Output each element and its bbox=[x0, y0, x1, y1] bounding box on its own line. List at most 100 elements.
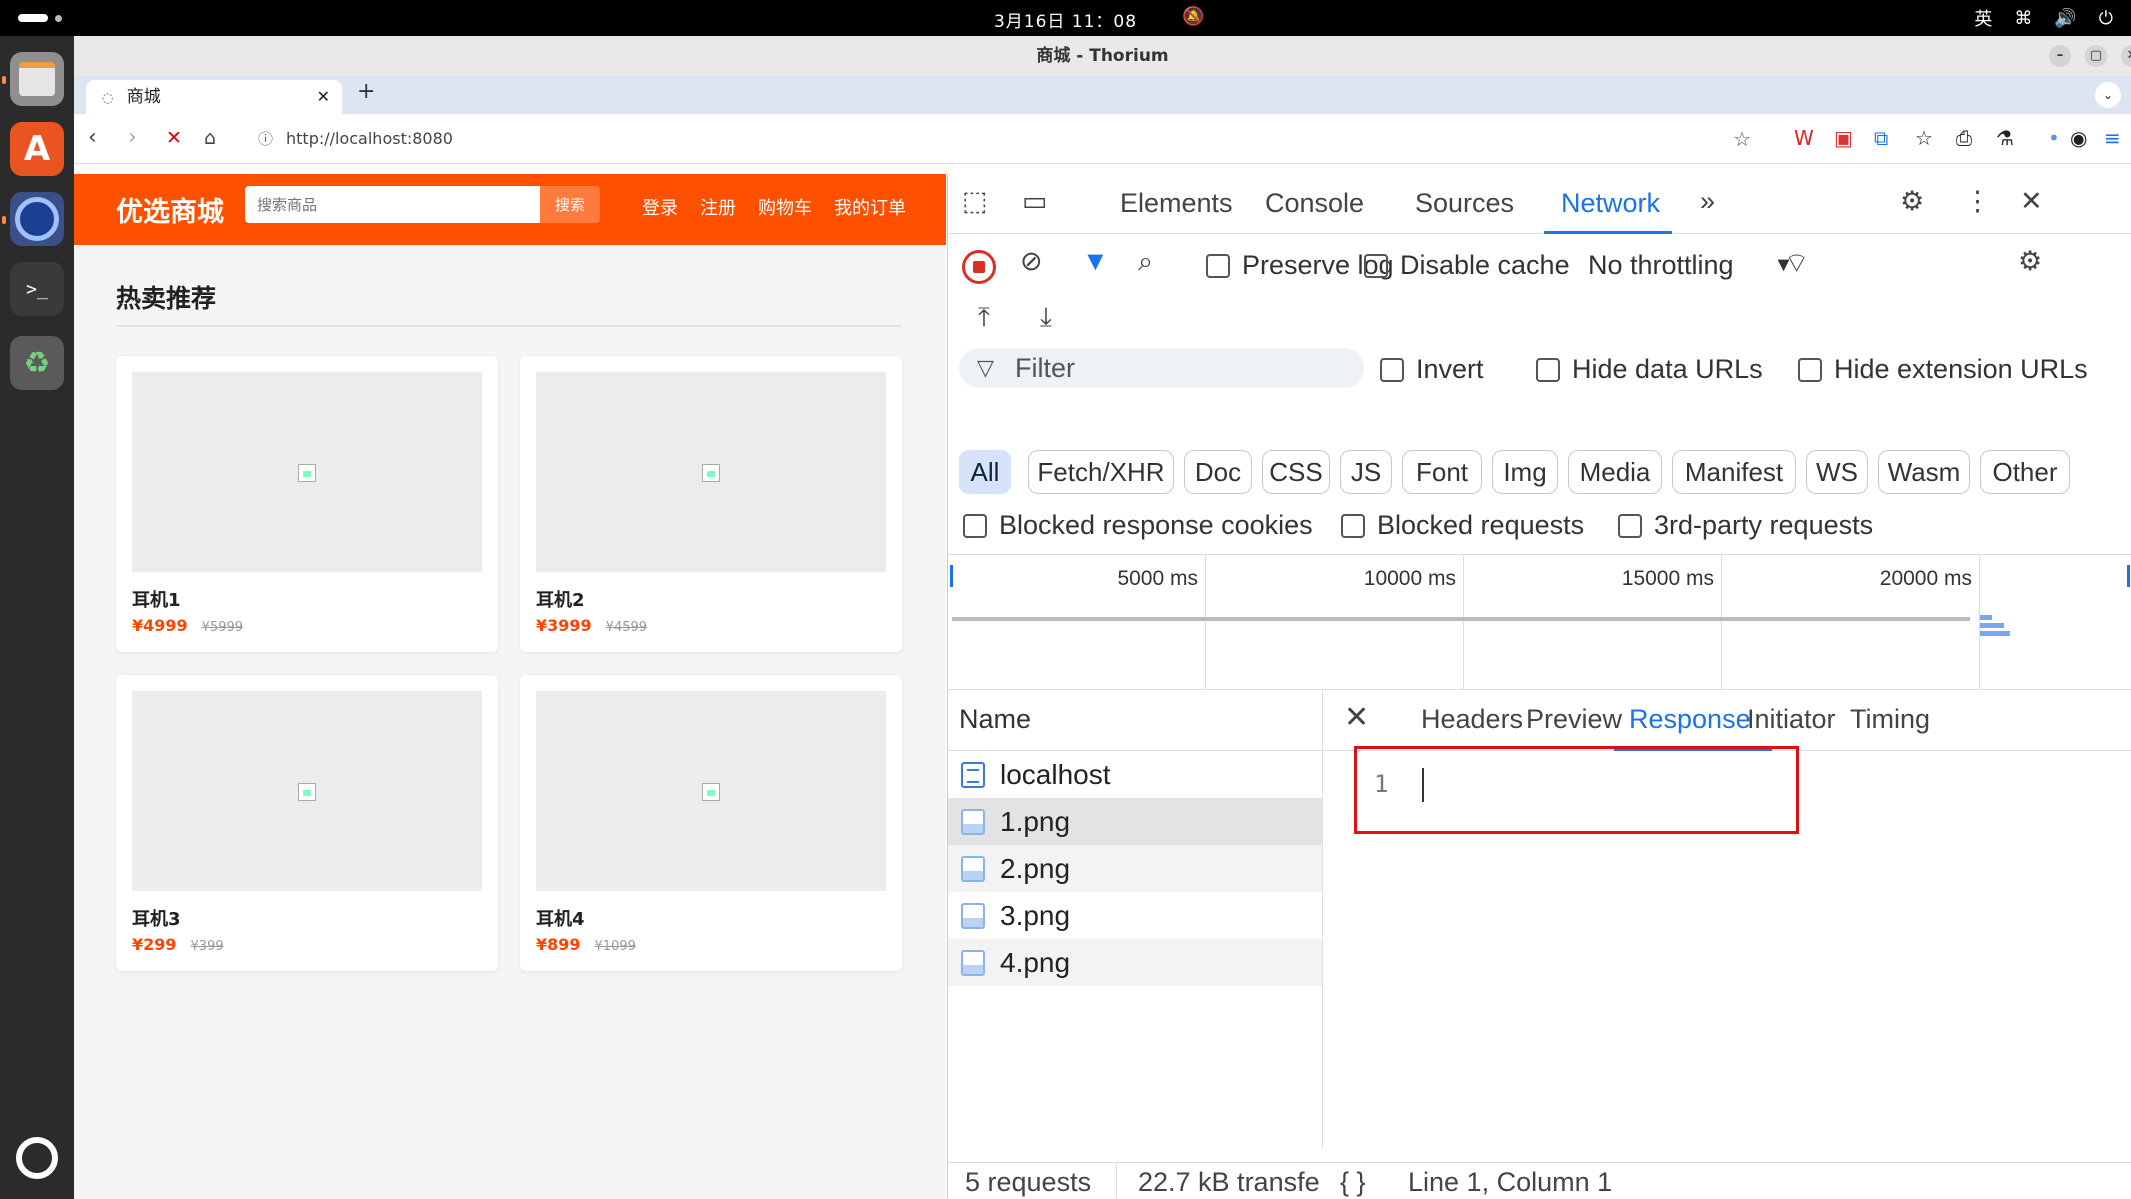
filter-chip-css[interactable]: CSS bbox=[1262, 450, 1330, 494]
profile-avatar[interactable]: ◉ bbox=[2070, 126, 2087, 150]
close-devtools-icon[interactable]: ✕ bbox=[2020, 186, 2043, 217]
product-name[interactable]: 耳机1 bbox=[132, 586, 181, 612]
detail-tab-initiator[interactable]: Initiator bbox=[1747, 704, 1836, 735]
timeline-right-handle[interactable] bbox=[2127, 565, 2130, 587]
product-image[interactable] bbox=[536, 372, 886, 572]
tab-search-button[interactable]: ⌄ bbox=[2095, 82, 2121, 108]
throttling-select[interactable]: No throttling ▼ bbox=[1588, 250, 1793, 281]
new-tab-button[interactable]: + bbox=[357, 79, 375, 104]
name-column-header[interactable]: Name bbox=[948, 690, 1322, 751]
minimize-button[interactable]: – bbox=[2049, 45, 2071, 67]
product-card[interactable]: 耳机2 ¥3999 ¥4599 bbox=[520, 356, 902, 652]
device-toolbar-icon[interactable]: ▭ bbox=[1022, 186, 1048, 217]
request-row[interactable]: 2.png bbox=[948, 845, 1322, 892]
extensions-icon[interactable]: ⧉ bbox=[1874, 126, 1888, 150]
pdf-extension-icon[interactable]: ▣ bbox=[1834, 126, 1853, 150]
network-overview-timeline[interactable]: 5000 ms 10000 ms 15000 ms 20000 ms bbox=[948, 554, 2131, 690]
filter-chip-all[interactable]: All bbox=[959, 450, 1011, 494]
request-row[interactable]: 3.png bbox=[948, 892, 1322, 939]
labs-icon[interactable]: ⚗ bbox=[1996, 126, 2014, 150]
settings-gear-icon[interactable]: ⚙ bbox=[1900, 186, 1924, 217]
maximize-button[interactable]: ▢ bbox=[2085, 45, 2107, 67]
close-detail-icon[interactable]: ✕ bbox=[1344, 700, 1369, 735]
detail-tab-headers[interactable]: Headers bbox=[1421, 704, 1523, 735]
search-icon[interactable]: ⌕ bbox=[1138, 246, 1153, 278]
filter-chip-media[interactable]: Media bbox=[1568, 450, 1662, 494]
show-apps-icon[interactable] bbox=[16, 1137, 58, 1179]
close-window-button[interactable]: ✕ bbox=[2121, 45, 2131, 67]
terminal-icon[interactable]: >_ bbox=[10, 262, 64, 316]
nav-register[interactable]: 注册 bbox=[700, 194, 736, 220]
stop-loading-icon[interactable]: ✕ bbox=[166, 127, 182, 149]
close-tab-icon[interactable]: ✕ bbox=[317, 80, 330, 114]
network-conditions-icon[interactable]: ⌔ bbox=[1784, 246, 1809, 280]
detail-tab-response[interactable]: Response bbox=[1629, 704, 1751, 735]
inspect-element-icon[interactable]: ⬚ bbox=[962, 186, 988, 217]
filter-chip-doc[interactable]: Doc bbox=[1184, 450, 1252, 494]
blocked-response-cookies-checkbox[interactable]: Blocked response cookies bbox=[963, 510, 1313, 541]
bookmarks-icon[interactable]: ☆ bbox=[1915, 126, 1933, 150]
tab-network[interactable]: Network bbox=[1561, 188, 1660, 219]
files-app-icon[interactable] bbox=[10, 52, 64, 106]
pretty-print-icon[interactable]: { } bbox=[1340, 1167, 1366, 1198]
import-har-icon[interactable]: ⤒ bbox=[978, 302, 990, 334]
thorium-browser-icon[interactable] bbox=[10, 192, 64, 246]
tab-sources[interactable]: Sources bbox=[1415, 188, 1514, 219]
product-image[interactable] bbox=[536, 691, 886, 891]
request-row[interactable]: localhost bbox=[948, 751, 1322, 798]
product-image[interactable] bbox=[132, 372, 482, 572]
nav-orders[interactable]: 我的订单 bbox=[834, 194, 906, 220]
invert-checkbox[interactable]: Invert bbox=[1380, 354, 1484, 385]
system-tray[interactable]: 英 ⌘ 🔊 ⏻ bbox=[1974, 5, 2113, 31]
filter-chip-manifest[interactable]: Manifest bbox=[1672, 450, 1796, 494]
product-card[interactable]: 耳机1 ¥4999 ¥5999 bbox=[116, 356, 498, 652]
disable-cache-checkbox[interactable]: Disable cache bbox=[1364, 250, 1570, 281]
search-input[interactable] bbox=[245, 186, 540, 223]
network-settings-icon[interactable]: ⚙ bbox=[2018, 246, 2042, 277]
filter-chip-other[interactable]: Other bbox=[1980, 450, 2070, 494]
site-info-icon[interactable]: ⓘ bbox=[258, 121, 273, 157]
filter-input[interactable]: ▽ Filter bbox=[959, 348, 1364, 388]
tab-console[interactable]: Console bbox=[1265, 188, 1364, 219]
hide-data-urls-checkbox[interactable]: Hide data URLs bbox=[1536, 354, 1763, 385]
address-bar[interactable]: ⓘ http://localhost:8080 ☆ bbox=[246, 121, 1761, 157]
volume-icon[interactable]: 🔊 bbox=[2054, 8, 2076, 29]
product-card[interactable]: 耳机3 ¥299 ¥399 bbox=[116, 675, 498, 971]
browser-tab[interactable]: ◌ 商城 ✕ bbox=[86, 80, 342, 114]
home-icon[interactable]: ⌂ bbox=[204, 127, 216, 149]
product-name[interactable]: 耳机2 bbox=[536, 586, 585, 612]
nav-login[interactable]: 登录 bbox=[642, 194, 678, 220]
product-name[interactable]: 耳机3 bbox=[132, 905, 181, 931]
input-method-indicator[interactable]: 英 bbox=[1974, 5, 1992, 31]
search-button[interactable]: 搜索 bbox=[540, 186, 600, 223]
stop-recording-button[interactable] bbox=[962, 250, 996, 284]
product-card[interactable]: 耳机4 ¥899 ¥1099 bbox=[520, 675, 902, 971]
filter-chip-fetch-xhr[interactable]: Fetch/XHR bbox=[1028, 450, 1174, 494]
app-center-icon[interactable]: A bbox=[10, 122, 64, 176]
filter-chip-ws[interactable]: WS bbox=[1806, 450, 1868, 494]
nav-cart[interactable]: 购物车 bbox=[758, 194, 812, 220]
filter-icon[interactable]: ▼ bbox=[1082, 246, 1109, 277]
print-icon[interactable]: ⎙ bbox=[1956, 126, 1972, 150]
network-icon[interactable]: ⌘ bbox=[2014, 8, 2032, 29]
request-row[interactable]: 1.png bbox=[948, 798, 1322, 845]
timeline-left-handle[interactable] bbox=[950, 565, 953, 587]
filter-chip-img[interactable]: Img bbox=[1492, 450, 1558, 494]
tab-elements[interactable]: Elements bbox=[1120, 188, 1233, 219]
filter-chip-font[interactable]: Font bbox=[1402, 450, 1482, 494]
status-icon[interactable]: • bbox=[2048, 126, 2060, 150]
detail-tab-preview[interactable]: Preview bbox=[1526, 704, 1622, 735]
detail-tab-timing[interactable]: Timing bbox=[1850, 704, 1930, 735]
clear-icon[interactable]: ⊘ bbox=[1020, 246, 1043, 277]
trash-icon[interactable]: ♻ bbox=[10, 336, 64, 390]
third-party-requests-checkbox[interactable]: 3rd-party requests bbox=[1618, 510, 1873, 541]
shop-logo[interactable]: 优选商城 bbox=[116, 190, 224, 229]
power-icon[interactable]: ⏻ bbox=[2099, 8, 2113, 29]
wps-extension-icon[interactable]: W bbox=[1794, 126, 1814, 150]
product-image[interactable] bbox=[132, 691, 482, 891]
filter-chip-js[interactable]: JS bbox=[1340, 450, 1392, 494]
filter-chip-wasm[interactable]: Wasm bbox=[1878, 450, 1970, 494]
forward-button[interactable]: › bbox=[128, 125, 137, 150]
blocked-requests-checkbox[interactable]: Blocked requests bbox=[1341, 510, 1584, 541]
more-options-icon[interactable]: ⋮ bbox=[1964, 186, 1991, 217]
